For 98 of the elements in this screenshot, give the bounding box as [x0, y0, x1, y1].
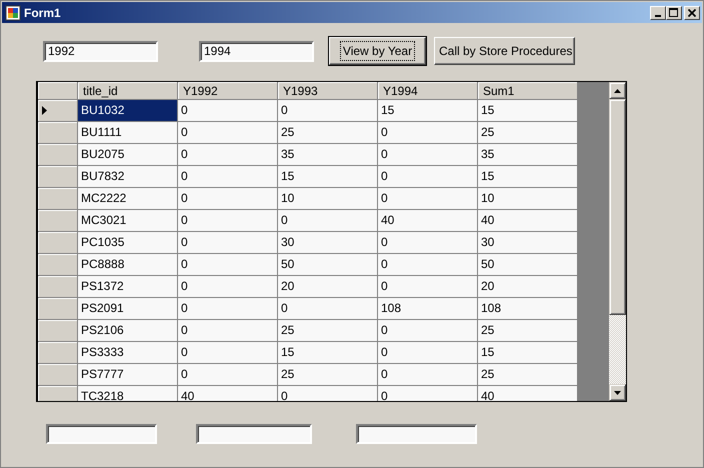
up-arrow-icon	[614, 88, 621, 92]
table-cell: 0	[178, 232, 278, 254]
app-icon	[5, 4, 21, 20]
column-header[interactable]: Y1994	[378, 82, 478, 100]
table-cell: MC3021	[78, 210, 178, 232]
row-header[interactable]	[38, 100, 78, 122]
table-cell: PS2106	[78, 320, 178, 342]
table-cell: 0	[178, 298, 278, 320]
table-cell: 40	[478, 210, 578, 232]
table-cell: 108	[478, 298, 578, 320]
table-cell: 0	[278, 386, 378, 401]
text-field[interactable]	[46, 424, 157, 444]
vertical-scrollbar[interactable]	[609, 82, 626, 401]
table-cell: 40	[478, 386, 578, 401]
table-cell: 25	[278, 364, 378, 386]
table-cell: 0	[178, 144, 278, 166]
table-cell: 0	[178, 100, 278, 122]
table-cell: PS3333	[78, 342, 178, 364]
table-cell: BU2075	[78, 144, 178, 166]
text-field[interactable]: 1992	[43, 40, 158, 62]
column-header[interactable]: Y1992	[178, 82, 278, 100]
table-cell: TC3218	[78, 386, 178, 401]
column-header[interactable]: title_id	[78, 82, 178, 100]
column-header[interactable]: Y1993	[278, 82, 378, 100]
text-field[interactable]	[196, 424, 312, 444]
table-cell: 0	[378, 342, 478, 364]
table-cell: 0	[178, 210, 278, 232]
table-cell: 50	[478, 254, 578, 276]
table-cell: 25	[278, 122, 378, 144]
table-cell: PS1372	[78, 276, 178, 298]
table-cell: 0	[178, 188, 278, 210]
table-cell: 15	[378, 100, 478, 122]
table-cell: BU1111	[78, 122, 178, 144]
button[interactable]: Call by Store Procedures	[434, 37, 575, 65]
table-cell: 0	[378, 364, 478, 386]
table-cell: MC2222	[78, 188, 178, 210]
table-cell: 20	[278, 276, 378, 298]
table-cell: PC8888	[78, 254, 178, 276]
table-cell: 0	[378, 386, 478, 401]
table-cell: 0	[178, 364, 278, 386]
table-cell: 30	[278, 232, 378, 254]
table-cell: BU7832	[78, 166, 178, 188]
table-cell: 0	[378, 188, 478, 210]
table-cell: 40	[378, 210, 478, 232]
maximize-icon	[669, 8, 679, 17]
column-header[interactable]: Sum1	[478, 82, 578, 100]
table-cell: 0	[378, 122, 478, 144]
table-cell: 10	[478, 188, 578, 210]
window-title: Form1	[24, 4, 62, 22]
current-row-icon	[42, 106, 47, 115]
table-cell: 108	[378, 298, 478, 320]
table-cell: 15	[478, 100, 578, 122]
table-cell: 0	[178, 342, 278, 364]
table-cell: PS2091	[78, 298, 178, 320]
table-cell: 0	[378, 254, 478, 276]
table-cell: 0	[278, 210, 378, 232]
table-cell: 0	[178, 276, 278, 298]
table-cell: 15	[278, 342, 378, 364]
table-cell: BU1032	[78, 100, 178, 122]
table-cell: 30	[478, 232, 578, 254]
table-cell: 15	[278, 166, 378, 188]
table-cell: 20	[478, 276, 578, 298]
close-button[interactable]	[684, 6, 700, 20]
scroll-down-button[interactable]	[609, 384, 626, 401]
table-cell: 0	[178, 254, 278, 276]
table-cell: 0	[378, 320, 478, 342]
table-cell: 0	[178, 320, 278, 342]
minimize-icon	[655, 14, 661, 16]
scroll-up-button[interactable]	[609, 82, 626, 99]
table-cell: 0	[178, 166, 278, 188]
table-cell: PC1035	[78, 232, 178, 254]
table-cell: 35	[278, 144, 378, 166]
table-cell: 50	[278, 254, 378, 276]
table-cell: 25	[478, 364, 578, 386]
table-cell: 15	[478, 342, 578, 364]
minimize-button[interactable]	[650, 6, 666, 20]
scroll-thumb[interactable]	[609, 99, 626, 315]
down-arrow-icon	[614, 390, 621, 394]
table-cell: 40	[178, 386, 278, 401]
table-cell: 0	[378, 144, 478, 166]
text-field[interactable]	[356, 424, 477, 444]
table-cell: 0	[278, 298, 378, 320]
text-field[interactable]: 1994	[199, 40, 314, 62]
table-cell: 15	[478, 166, 578, 188]
table-cell: 10	[278, 188, 378, 210]
maximize-button[interactable]	[666, 6, 682, 20]
table-cell: 0	[378, 232, 478, 254]
button[interactable]: View by Year	[329, 37, 426, 65]
table-cell: 0	[378, 276, 478, 298]
table-cell: 25	[278, 320, 378, 342]
close-icon	[688, 8, 696, 16]
table-cell: 25	[478, 122, 578, 144]
table-cell: PS7777	[78, 364, 178, 386]
table-cell: 35	[478, 144, 578, 166]
table-cell: 0	[178, 122, 278, 144]
table-cell: 25	[478, 320, 578, 342]
table-cell: 0	[378, 166, 478, 188]
table-cell: 0	[278, 100, 378, 122]
